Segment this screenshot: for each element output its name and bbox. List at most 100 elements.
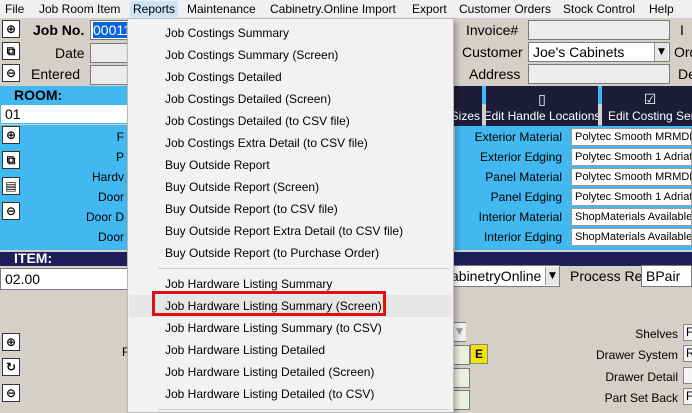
remove-item-button[interactable]: ⊖ — [2, 384, 20, 402]
shelves-label: Shelves — [635, 327, 678, 341]
panel-edging-label: Panel Edging — [490, 190, 562, 204]
room-row-label-2: P — [115, 150, 124, 164]
interior-edging-field[interactable]: ShopMaterials Available 1 — [571, 228, 692, 246]
add-job-button[interactable]: ⊕ — [2, 20, 20, 38]
e-badge-button[interactable]: E — [470, 344, 488, 364]
address-label: Address — [469, 66, 521, 82]
part-set-back-field[interactable]: F — [683, 388, 692, 405]
menu-item-job-costings-detailed-screen[interactable]: Job Costings Detailed (Screen) — [129, 88, 452, 110]
copy-room-button[interactable]: ⧉ — [2, 151, 20, 169]
item-input[interactable]: 02.00 — [0, 268, 128, 290]
add-item-button[interactable]: ⊕ — [2, 333, 20, 351]
menu-cabinetry-online-import[interactable]: Cabinetry.Online Import — [270, 1, 396, 17]
room-input[interactable]: 01 — [0, 104, 128, 124]
remove-job-button[interactable]: ⊖ — [2, 64, 20, 82]
copy-job-button[interactable]: ⧉ — [2, 42, 20, 60]
cut-label-1: I — [680, 22, 684, 38]
invoice-label: Invoice# — [466, 22, 519, 38]
customer-label: Customer — [462, 44, 523, 60]
add-icon: ⊕ — [5, 22, 17, 36]
drawer-detail-field[interactable] — [683, 367, 692, 384]
entered-label: Entered — [31, 66, 81, 82]
menu-job-room-item[interactable]: Job Room Item — [39, 1, 120, 17]
chevron-down-icon[interactable]: ▼ — [654, 43, 668, 61]
menu-item-job-costings-detailed-csv[interactable]: Job Costings Detailed (to CSV file) — [129, 110, 452, 132]
refresh-icon: ↻ — [5, 360, 17, 374]
edit-costing-series-button[interactable]: ☑Edit Costing Serie — [602, 86, 692, 126]
room-row-label-1: F — [116, 130, 124, 144]
chevron-down-icon[interactable]: ▼ — [452, 323, 466, 341]
add-room-button[interactable]: ⊕ — [2, 126, 20, 144]
menu-customer-orders[interactable]: Customer Orders — [459, 1, 551, 17]
cut-label-3: De — [678, 66, 692, 82]
shelves-field[interactable]: F — [683, 324, 692, 341]
drawer-detail-label: Drawer Detail — [605, 370, 678, 384]
remove-icon: ⊖ — [5, 386, 17, 400]
item-title: ITEM: — [14, 250, 53, 266]
stack-room-button[interactable]: ▤ — [2, 177, 20, 195]
menu-separator — [158, 268, 449, 269]
room-title: ROOM: — [14, 87, 63, 103]
room-row-label-4: Door — [97, 190, 124, 204]
menu-item-buy-outside-report[interactable]: Buy Outside Report — [129, 154, 452, 176]
menu-item-job-costings-extra-detail-csv[interactable]: Job Costings Extra Detail (to CSV file) — [129, 132, 452, 154]
menu-item-hardware-listing-detailed-csv[interactable]: Job Hardware Listing Detailed (to CSV) — [129, 383, 452, 405]
menu-item-buy-outside-report-screen[interactable]: Buy Outside Report (Screen) — [129, 176, 452, 198]
menu-item-job-costings-summary[interactable]: Job Costings Summary — [129, 22, 452, 44]
interior-material-label: Interior Material — [478, 210, 562, 224]
panel-material-field[interactable]: Polytec Smooth MRMDF — [571, 168, 692, 186]
invoice-field[interactable] — [528, 20, 670, 40]
room-row-label-3: Hardv — [91, 170, 124, 184]
drawer-system-field[interactable]: R — [683, 345, 692, 362]
panel-edging-field[interactable]: Polytec Smooth 1 Adriatic — [571, 188, 692, 206]
panel-material-label: Panel Material — [485, 170, 562, 184]
exterior-material-label: Exterior Material — [474, 130, 562, 144]
cut-label-2: Ord — [674, 44, 692, 60]
menu-item-hardware-listing-summary-csv[interactable]: Job Hardware Listing Summary (to CSV) — [129, 317, 452, 339]
chevron-down-icon[interactable]: ▼ — [545, 267, 559, 285]
menu-item-hardware-listing-detailed[interactable]: Job Hardware Listing Detailed — [129, 339, 452, 361]
highlight-annotation-box — [152, 291, 386, 316]
interior-material-field[interactable]: ShopMaterials Available 1 — [571, 208, 692, 226]
menu-item-buy-outside-purchase-order[interactable]: Buy Outside Report (to Purchase Order) — [129, 242, 452, 264]
address-field[interactable] — [528, 64, 670, 84]
menu-reports[interactable]: Reports — [130, 1, 179, 17]
edit-handle-locations-button[interactable]: ▯ Edit Handle Locations — [486, 86, 598, 126]
refresh-item-button[interactable]: ↻ — [2, 358, 20, 376]
menu-file[interactable]: File — [5, 1, 24, 17]
exterior-edging-field[interactable]: Polytec Smooth 1 Adriatic — [571, 148, 692, 166]
job-no-label: Job No. — [33, 22, 85, 38]
menu-help[interactable]: Help — [649, 1, 674, 17]
drawer-system-label: Drawer System — [595, 348, 678, 362]
menu-item-buy-outside-extra-detail-csv[interactable]: Buy Outside Report Extra Detail (to CSV … — [129, 220, 452, 242]
menu-item-job-costings-summary-screen[interactable]: Job Costings Summary (Screen) — [129, 44, 452, 66]
room-row-label-6: Door — [97, 230, 124, 244]
part-set-back-label: Part Set Back — [604, 391, 678, 405]
process-ref-field[interactable]: BPair — [641, 265, 692, 287]
stack-icon: ▤ — [5, 179, 17, 193]
menu-item-hardware-listing-detailed-screen[interactable]: Job Hardware Listing Detailed (Screen) — [129, 361, 452, 383]
menu-maintenance[interactable]: Maintenance — [187, 1, 256, 17]
remove-icon: ⊖ — [5, 204, 17, 218]
room-row-label-5: Door D — [85, 210, 124, 224]
menu-item-buy-outside-report-csv[interactable]: Buy Outside Report (to CSV file) — [129, 198, 452, 220]
remove-icon: ⊖ — [5, 66, 17, 80]
date-field[interactable] — [90, 43, 130, 63]
exterior-edging-label: Exterior Edging — [479, 150, 562, 164]
menu-item-job-costings-detailed[interactable]: Job Costings Detailed — [129, 66, 452, 88]
job-no-input[interactable]: 00011 — [90, 20, 130, 40]
entered-field[interactable] — [90, 65, 130, 85]
sizes-button[interactable]: Sizes — [454, 86, 482, 126]
process-ref-label: Process Ref — [570, 268, 647, 284]
menu-separator — [158, 409, 449, 410]
menu-stock-control[interactable]: Stock Control — [563, 1, 635, 17]
item-source-select[interactable]: abinetryOnline — [448, 265, 560, 287]
check-icon: ☑ — [643, 92, 657, 108]
exterior-material-field[interactable]: Polytec Smooth MRMDF — [571, 128, 692, 146]
menu-export[interactable]: Export — [412, 1, 447, 17]
menu-bar: File Job Room Item Reports Maintenance C… — [0, 0, 692, 18]
interior-edging-label: Interior Edging — [483, 230, 562, 244]
handle-icon: ▯ — [538, 92, 546, 108]
customer-select[interactable]: Joe's Cabinets — [528, 42, 670, 62]
remove-room-button[interactable]: ⊖ — [2, 202, 20, 220]
